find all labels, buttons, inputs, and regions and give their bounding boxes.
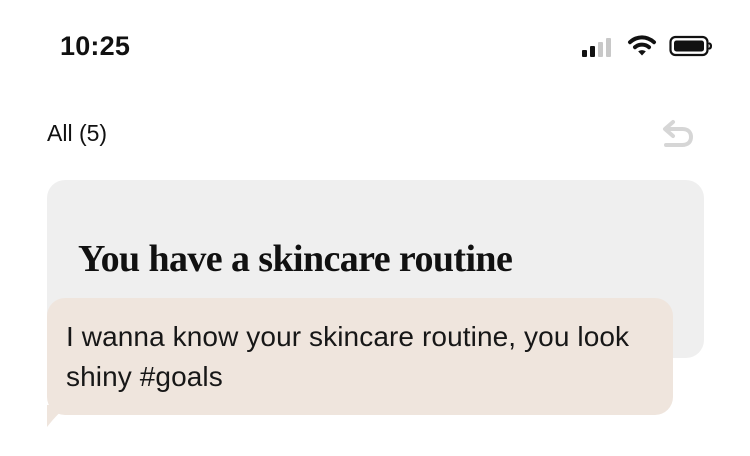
message-tail	[47, 405, 71, 427]
message-text: I wanna know your skincare routine, you …	[66, 321, 630, 392]
status-icons	[579, 34, 713, 58]
all-filter[interactable]: All (5)	[47, 118, 107, 148]
status-bar: 10:25	[0, 0, 750, 96]
wifi-icon	[628, 35, 656, 56]
battery-icon	[669, 35, 713, 57]
message-bubble[interactable]: I wanna know your skincare routine, you …	[47, 298, 673, 415]
signal-icon	[582, 38, 611, 57]
status-time: 10:25	[60, 31, 131, 61]
reply-arrow-icon	[663, 120, 693, 147]
reply-button[interactable]	[655, 114, 697, 154]
prompt-title: You have a skincare routine	[78, 238, 513, 280]
conversation-header: All (5)	[47, 114, 703, 154]
